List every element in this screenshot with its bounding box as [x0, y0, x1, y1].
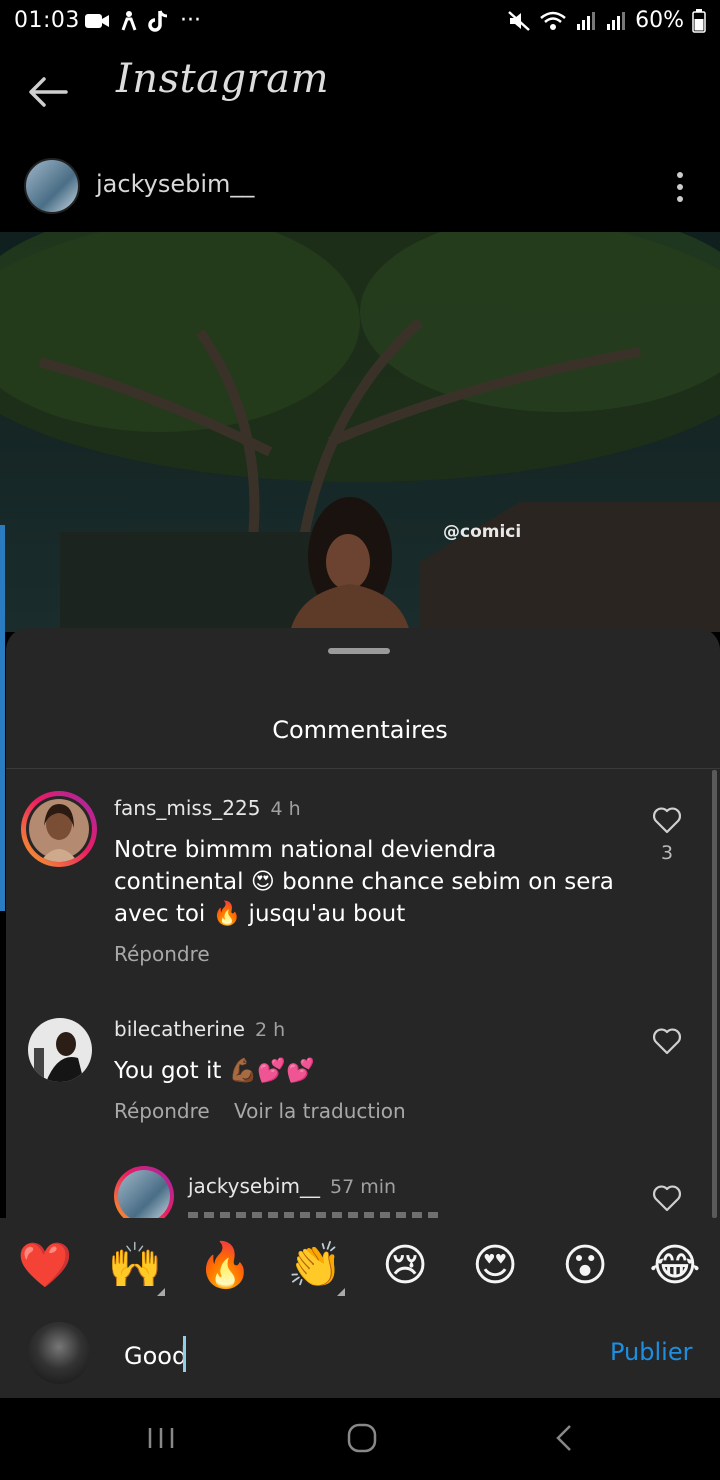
- publish-button[interactable]: Publier: [610, 1338, 692, 1366]
- comment-text-part: avec toi: [114, 901, 213, 927]
- arrow-left-icon: [29, 77, 68, 107]
- see-translation-button[interactable]: Voir la traduction: [234, 1099, 406, 1123]
- wifi-icon: [540, 11, 566, 30]
- reply-button[interactable]: Répondre: [114, 942, 210, 966]
- heart-emoji-button[interactable]: ❤️: [15, 1236, 75, 1296]
- status-bar: 01:03 ··· 60%: [0, 0, 720, 46]
- comments-title: Commentaires: [272, 716, 448, 744]
- heart-eyes-emoji: 😍: [250, 869, 275, 895]
- comment-avatar: [118, 1170, 170, 1218]
- status-left-icons: ···: [84, 8, 201, 33]
- like-button[interactable]: [652, 1184, 682, 1212]
- comment-text-line: Notre bimmm national deviendra: [114, 837, 497, 863]
- recent-apps-icon[interactable]: [146, 1424, 176, 1452]
- crying-emoji-button[interactable]: 😢: [375, 1236, 435, 1296]
- signal-icon-2: [607, 11, 626, 30]
- comment-text: Notre bimmm national deviendra continent…: [114, 834, 634, 930]
- current-user-avatar: [28, 1322, 90, 1384]
- sheet-divider: [6, 768, 720, 769]
- comment-text-line: continental 😍 bonne chance sebim on sera: [114, 866, 634, 898]
- comment-username[interactable]: fans_miss_225: [114, 796, 260, 820]
- like-button[interactable]: [652, 1027, 682, 1055]
- status-right-icons: 60%: [507, 8, 706, 33]
- status-time: 01:03: [14, 8, 80, 33]
- comment-text-part: bonne chance sebim on sera: [274, 869, 614, 895]
- photo-image: [0, 232, 720, 632]
- comment-text: You got it 💪🏾💕💕: [114, 1055, 315, 1087]
- back-nav-icon[interactable]: [552, 1422, 576, 1454]
- comment-time: 57 min: [329, 1176, 397, 1198]
- instagram-logo: Instagram: [116, 56, 330, 102]
- comment-username[interactable]: bilecatherine: [114, 1017, 245, 1041]
- avatar-image: [29, 799, 89, 862]
- accessibility-icon: [121, 10, 137, 31]
- more-vertical-icon: [677, 172, 683, 202]
- video-camera-icon: [85, 13, 109, 28]
- raising-hands-emoji-button[interactable]: 🙌: [105, 1236, 165, 1296]
- like-count: 3: [660, 842, 674, 864]
- comment-reply-clip: jackysebim__ 57 min: [0, 1160, 720, 1218]
- heart-eyes-emoji-button[interactable]: 😍: [465, 1236, 525, 1296]
- comment-time: 2 h: [254, 1019, 286, 1041]
- fire-emoji: 🔥: [212, 901, 242, 927]
- heart-outline-icon: [653, 1028, 681, 1055]
- system-navigation-bar: [0, 1398, 720, 1480]
- battery-icon: [692, 8, 706, 33]
- signal-icon-1: [577, 11, 596, 30]
- tiktok-icon: [148, 9, 168, 32]
- comment-text-part: You got it: [114, 1058, 229, 1084]
- heart-outline-icon: [653, 807, 681, 834]
- reply-button[interactable]: Répondre: [114, 1099, 210, 1123]
- comment-avatar: [26, 796, 92, 862]
- muscle-hearts-emoji: 💪🏾💕💕: [228, 1058, 315, 1084]
- fire-emoji-button[interactable]: 🔥: [195, 1236, 255, 1296]
- home-icon[interactable]: [346, 1422, 378, 1454]
- like-button[interactable]: [652, 806, 682, 834]
- comment-header: jackysebim__ 57 min: [188, 1174, 396, 1198]
- clapping-emoji-button[interactable]: 👏: [285, 1236, 345, 1296]
- more-notifications-icon: ···: [180, 8, 201, 33]
- post-photo[interactable]: [0, 232, 720, 632]
- comment-time: 4 h: [270, 798, 301, 820]
- surprised-emoji-button[interactable]: 😮: [555, 1236, 615, 1296]
- sheet-drag-handle[interactable]: [328, 648, 390, 654]
- avatar-image: [28, 1018, 92, 1082]
- post-options-button[interactable]: [668, 168, 692, 208]
- comment-header: bilecatherine 2 h: [114, 1017, 285, 1041]
- post-author-username[interactable]: jackysebim__: [96, 170, 254, 198]
- comment-username[interactable]: jackysebim__: [188, 1174, 320, 1198]
- photo-watermark: @comici: [443, 522, 522, 542]
- comment-header: fans_miss_225 4 h: [114, 796, 301, 820]
- text-cursor: [183, 1336, 186, 1372]
- comment-text-line: avec toi 🔥 jusqu'au bout: [114, 898, 634, 930]
- skin-tone-indicator: [157, 1288, 165, 1296]
- comment-text-part: jusqu'au bout: [241, 901, 406, 927]
- mute-icon: [508, 10, 530, 31]
- comment-input[interactable]: [124, 1336, 584, 1376]
- post-author-avatar[interactable]: [24, 158, 80, 214]
- back-button[interactable]: [24, 68, 72, 116]
- comments-scrollbar[interactable]: [712, 770, 717, 1218]
- laughing-emoji-button[interactable]: 😂: [645, 1236, 705, 1296]
- heart-outline-icon: [653, 1185, 681, 1212]
- battery-percent: 60%: [635, 8, 684, 33]
- comment-text-part: continental: [114, 869, 251, 895]
- skin-tone-indicator: [337, 1288, 345, 1296]
- comment-avatar[interactable]: [28, 1018, 92, 1082]
